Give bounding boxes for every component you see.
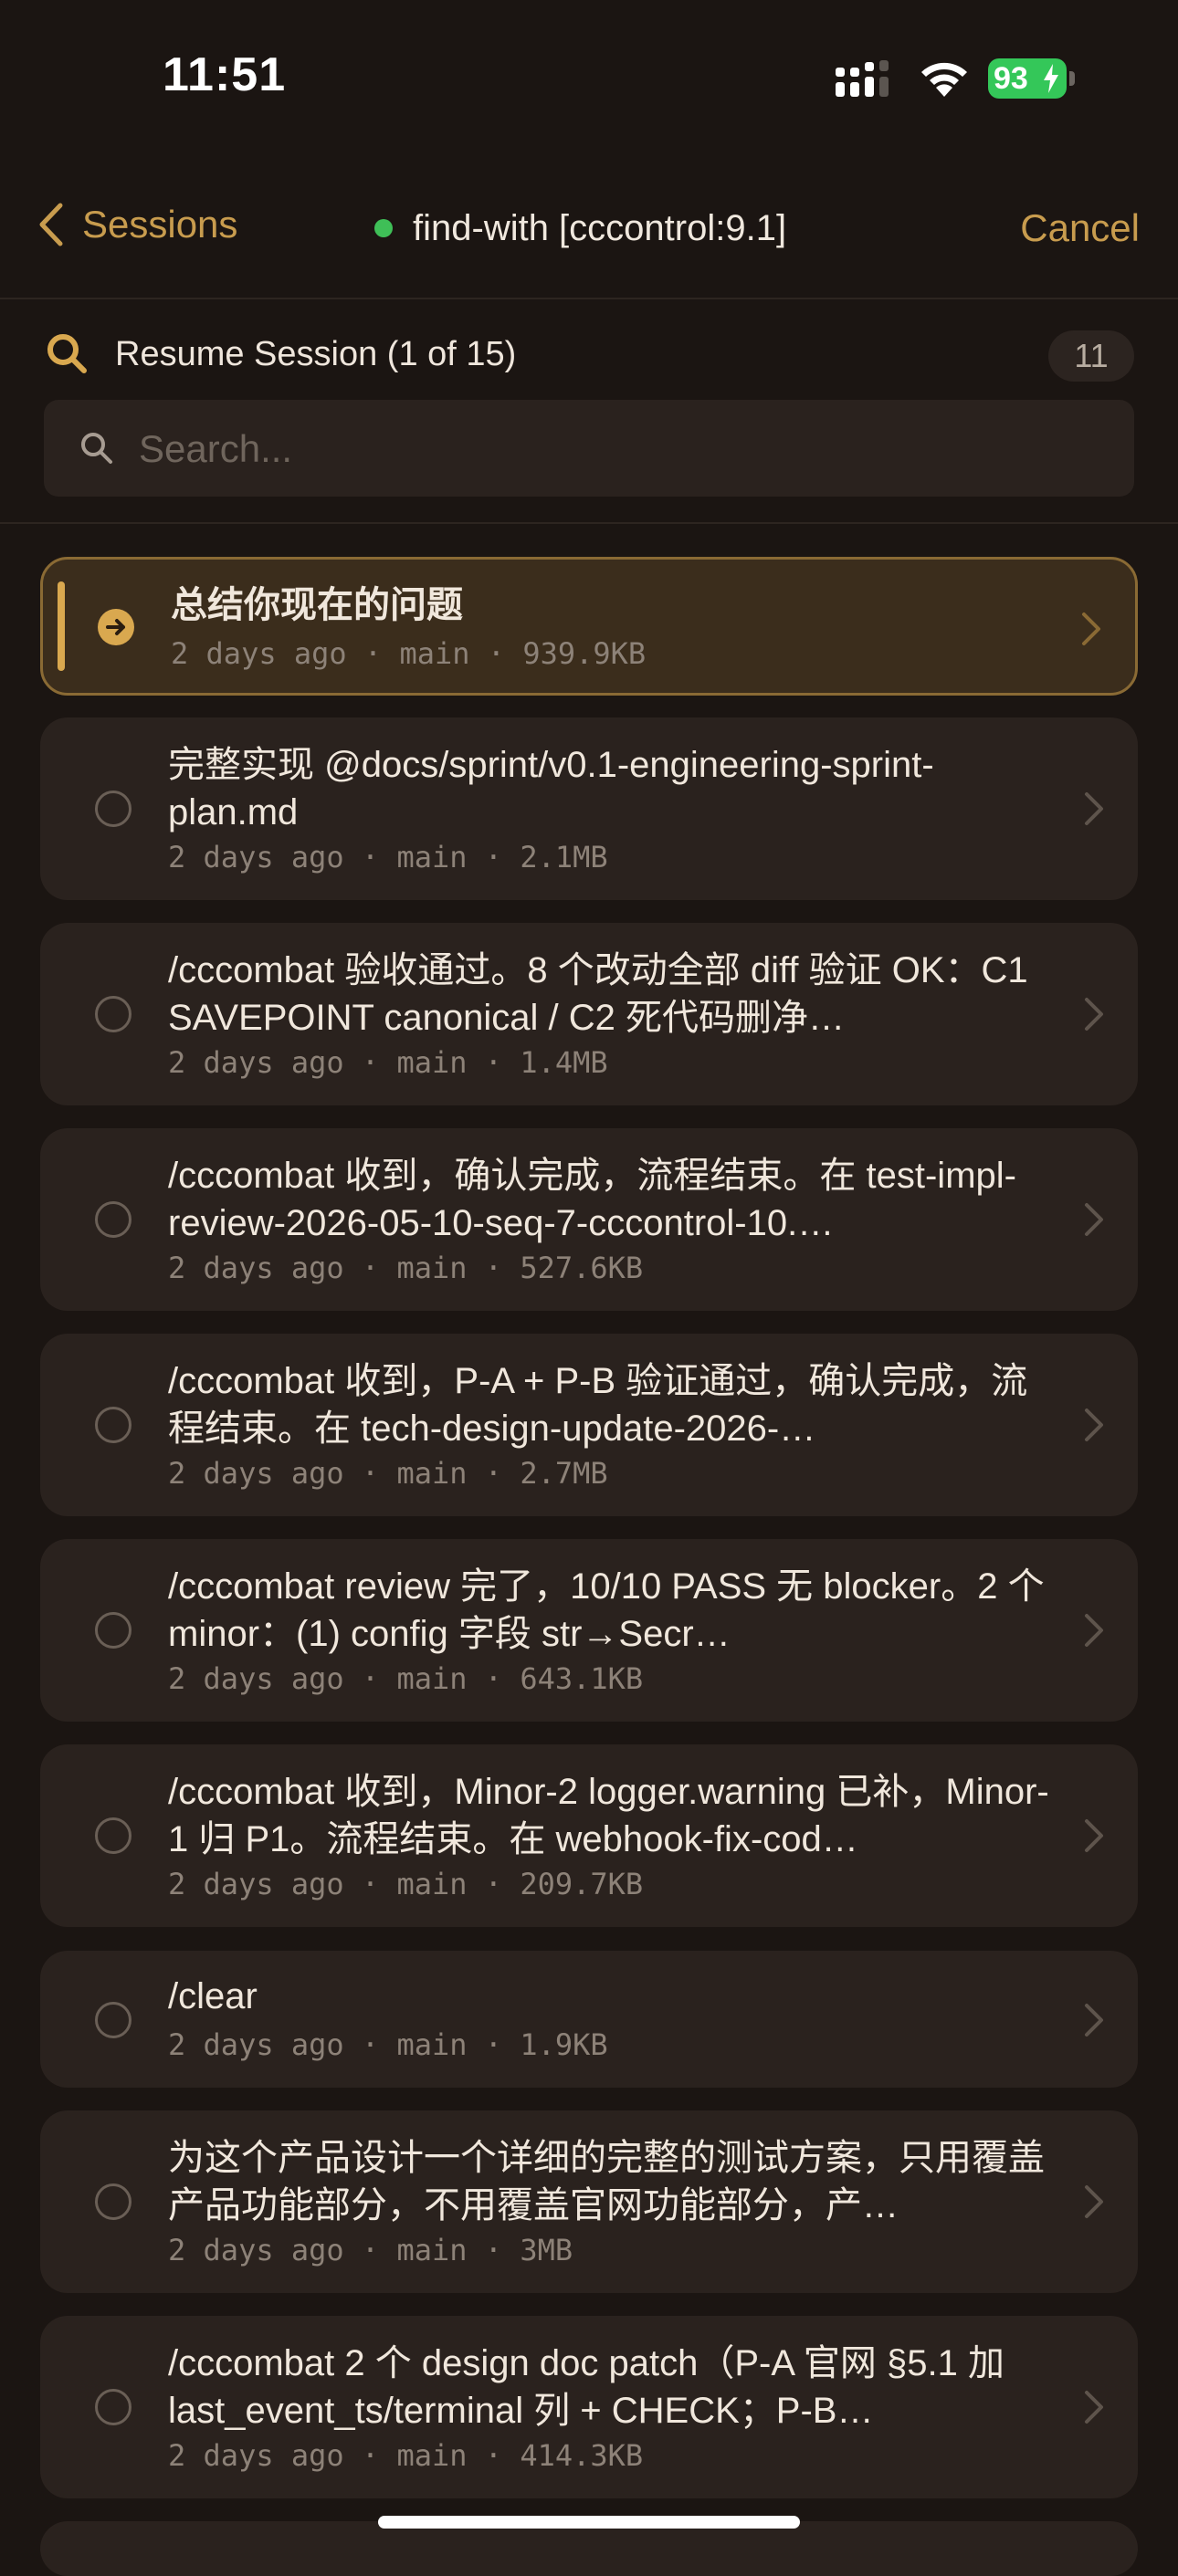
session-meta: 2 days ago · main · 1.9KB xyxy=(168,2027,608,2062)
radio-icon xyxy=(95,1817,131,1854)
radio-icon xyxy=(95,2183,131,2220)
resume-session-title: Resume Session (1 of 15) xyxy=(115,335,517,373)
search-box[interactable] xyxy=(44,400,1134,497)
session-title: /cccombat 2 个 design doc patch（P-A 官网 §5… xyxy=(168,2343,1004,2431)
session-row[interactable]: 总结你现在的问题 2 days ago · main · 939.9KB xyxy=(40,557,1138,696)
battery-icon: 93 xyxy=(988,58,1076,99)
session-row[interactable]: 完整实现 @docs/sprint/v0.1-engineering-sprin… xyxy=(40,717,1138,900)
session-row-partial[interactable] xyxy=(40,2521,1138,2576)
session-title: /cccombat review 完了，10/10 PASS 无 blocker… xyxy=(168,1566,1045,1654)
session-title: /cccombat 收到，P-A + P-B 验证通过，确认完成，流程结束。在 … xyxy=(168,1361,1028,1449)
session-meta: 2 days ago · main · 939.9KB xyxy=(171,636,647,671)
session-title-text: find-with [cccontrol:9.1] xyxy=(413,207,787,248)
resume-session-header: Resume Session (1 of 15) 11 xyxy=(0,299,1178,524)
session-row[interactable]: /cccombat 收到，P-A + P-B 验证通过，确认完成，流程结束。在 … xyxy=(40,1334,1138,1516)
chevron-right-icon xyxy=(1085,998,1103,1031)
session-title: find-with [cccontrol:9.1] xyxy=(374,201,786,256)
chevron-left-icon xyxy=(39,203,63,246)
back-to-sessions-button[interactable]: Sessions xyxy=(37,197,237,252)
status-bar: 11:51 93 xyxy=(0,0,1178,155)
session-title: /cccombat 收到，Minor-2 logger.warning 已补，M… xyxy=(168,1772,1049,1859)
charging-bolt-icon xyxy=(1044,64,1058,93)
chevron-right-icon xyxy=(1085,1819,1103,1852)
chevron-right-icon xyxy=(1085,2391,1103,2424)
session-meta: 2 days ago · main · 3MB xyxy=(168,2233,573,2267)
session-title: /cccombat 收到，确认完成，流程结束。在 test-impl-revie… xyxy=(168,1156,1016,1243)
status-dot-icon xyxy=(374,219,393,237)
session-row[interactable]: /cccombat 收到，确认完成，流程结束。在 test-impl-revie… xyxy=(40,1128,1138,1311)
session-title: 总结你现在的问题 xyxy=(171,585,463,625)
search-input[interactable] xyxy=(137,420,1109,478)
session-meta: 2 days ago · main · 414.3KB xyxy=(168,2438,644,2473)
arrow-right-icon xyxy=(106,619,125,635)
session-row[interactable]: /cccombat review 完了，10/10 PASS 无 blocker… xyxy=(40,1539,1138,1722)
radio-icon xyxy=(95,2002,131,2038)
session-row[interactable]: /cccombat 收到，Minor-2 logger.warning 已补，M… xyxy=(40,1744,1138,1927)
chevron-right-icon xyxy=(1085,2185,1103,2218)
status-time: 11:51 xyxy=(163,48,287,101)
search-icon xyxy=(47,334,87,373)
radio-icon xyxy=(95,1612,131,1649)
session-meta: 2 days ago · main · 527.6KB xyxy=(168,1251,644,1285)
session-meta: 2 days ago · main · 1.4MB xyxy=(168,1045,608,1080)
chevron-right-icon xyxy=(1085,1614,1103,1647)
chevron-right-icon xyxy=(1082,613,1100,645)
session-title: /cccombat 验收通过。8 个改动全部 diff 验证 OK：C1 SAV… xyxy=(168,950,1028,1038)
radio-icon xyxy=(95,2389,131,2425)
radio-icon xyxy=(95,996,131,1032)
session-row[interactable]: /clear 2 days ago · main · 1.9KB xyxy=(40,1951,1138,2088)
chevron-right-icon xyxy=(1085,1408,1103,1441)
wifi-icon xyxy=(921,62,967,97)
session-title: 完整实现 @docs/sprint/v0.1-engineering-sprin… xyxy=(168,745,934,832)
session-meta: 2 days ago · main · 643.1KB xyxy=(168,1661,644,1696)
session-meta: 2 days ago · main · 2.1MB xyxy=(168,840,608,874)
search-icon xyxy=(81,433,112,464)
back-label: Sessions xyxy=(82,203,238,246)
count-badge: 11 xyxy=(1048,330,1134,382)
session-row[interactable]: /cccombat 验收通过。8 个改动全部 diff 验证 OK：C1 SAV… xyxy=(40,923,1138,1105)
battery-level: 93 xyxy=(994,61,1028,96)
navigation-bar: Sessions find-with [cccontrol:9.1] Cance… xyxy=(0,183,1178,299)
session-title: 为这个产品设计一个详细的完整的测试方案，只用覆盖产品功能部分，不用覆盖官网功能部… xyxy=(168,2138,1045,2225)
session-meta: 2 days ago · main · 209.7KB xyxy=(168,1867,644,1901)
cancel-button[interactable]: Cancel xyxy=(1020,201,1140,256)
radio-icon xyxy=(95,1201,131,1238)
session-row[interactable]: /cccombat 2 个 design doc patch（P-A 官网 §5… xyxy=(40,2316,1138,2498)
chevron-right-icon xyxy=(1085,1203,1103,1236)
home-indicator[interactable] xyxy=(378,2516,800,2529)
session-meta: 2 days ago · main · 2.7MB xyxy=(168,1456,608,1491)
radio-icon xyxy=(95,1407,131,1443)
selection-indicator xyxy=(58,581,65,671)
session-row[interactable]: 为这个产品设计一个详细的完整的测试方案，只用覆盖产品功能部分，不用覆盖官网功能部… xyxy=(40,2110,1138,2293)
selected-radio-icon xyxy=(98,609,134,645)
cellular-signal-icon xyxy=(836,60,889,97)
session-title: /clear xyxy=(168,1976,258,2016)
radio-icon xyxy=(95,791,131,827)
chevron-right-icon xyxy=(1085,792,1103,825)
chevron-right-icon xyxy=(1085,2004,1103,2037)
